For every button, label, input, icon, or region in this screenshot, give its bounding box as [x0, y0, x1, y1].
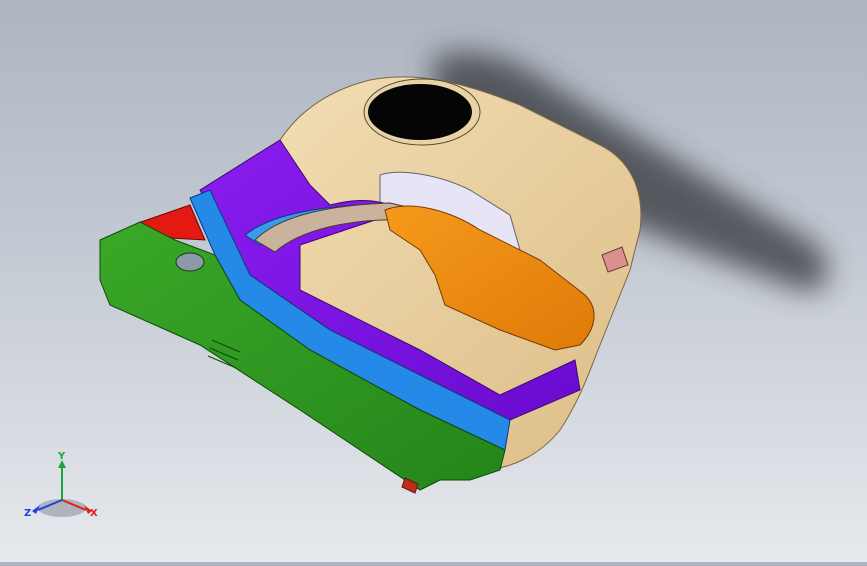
speaker-grille — [175, 252, 205, 272]
cad-3d-viewport[interactable]: Y X Z — [0, 0, 867, 562]
x-axis-label: X — [90, 508, 98, 519]
z-axis-label: Z — [24, 508, 31, 519]
model-canvas[interactable] — [0, 0, 867, 562]
y-axis-label: Y — [57, 451, 66, 462]
axis-triad-graphic: Y X Z — [24, 451, 98, 519]
axis-triad: Y X Z — [22, 448, 112, 528]
hole-interior — [368, 84, 472, 140]
